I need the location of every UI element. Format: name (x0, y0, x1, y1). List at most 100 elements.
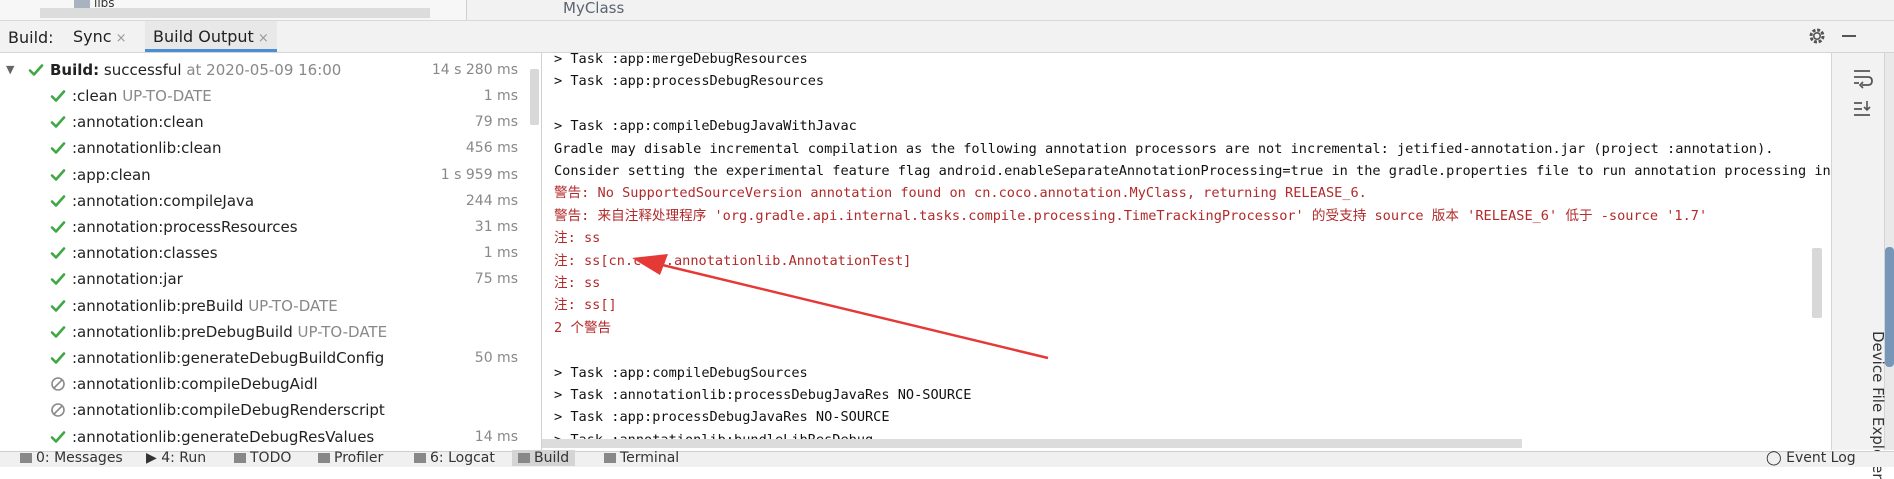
tree-item[interactable]: :annotationlib:preDebugBuild UP-TO-DATE (0, 319, 540, 345)
build-label: Build: (8, 28, 54, 47)
console-line: > Task :app:compileDebugJavaWithJavac (554, 118, 857, 135)
tree-item-time: 75 ms (474, 271, 518, 288)
tool-messages[interactable]: 0: Messages (20, 450, 123, 466)
close-icon[interactable]: × (258, 31, 269, 46)
tool-build[interactable]: Build (512, 450, 576, 466)
tab-build-output[interactable]: Build Output × (145, 21, 277, 52)
console-line: Gradle may disable incremental compilati… (554, 140, 1774, 157)
tree-item-time: 456 ms (465, 140, 518, 157)
profiler-icon (318, 453, 330, 463)
check-icon (50, 142, 66, 155)
check-icon (50, 247, 66, 259)
tree-item-name: :annotationlib:generateDebugBuildConfig (72, 349, 385, 367)
folder-label[interactable]: libs (94, 0, 115, 10)
event-log-icon: ◯ (1766, 450, 1787, 466)
console-hscroll[interactable] (542, 439, 1522, 448)
check-icon (50, 430, 66, 443)
root-suffix: at 2020-05-09 16:00 (186, 61, 342, 79)
console-line: > Task :app:mergeDebugResources (554, 53, 808, 67)
console-warning-line: 注: ss (554, 275, 601, 291)
tool-profiler[interactable]: Profiler (318, 450, 383, 466)
root-label: Build: (50, 61, 100, 79)
close-icon[interactable]: × (116, 31, 127, 46)
console-warning-line: 注: ss[cn.coco.annotationlib.AnnotationTe… (554, 252, 912, 269)
tree-item[interactable]: :annotationlib:compileDebugAidl (0, 371, 540, 397)
console-warning-line: 注: ss (554, 230, 601, 247)
console-line: > Task :app:processDebugJavaRes NO-SOURC… (554, 409, 890, 426)
tree-item-time: 50 ms (474, 350, 518, 366)
tree-item-name: :annotationlib:preDebugBuild (72, 322, 293, 341)
check-icon (50, 90, 66, 102)
tool-run-label: 4: Run (161, 450, 207, 466)
chevron-down-icon[interactable]: ▼ (6, 57, 14, 83)
console-warning-line: 警告: 来自注释处理程序 'org.gradle.api.internal.ta… (554, 207, 1708, 224)
tree-item[interactable]: :annotation:compileJava 244 ms (0, 188, 540, 214)
scroll-to-end-icon[interactable] (1832, 97, 1892, 121)
console-warning-line: 注: ss[] (554, 297, 617, 314)
tree-item[interactable]: :annotation:clean 79 ms (0, 109, 540, 135)
tree-item[interactable]: :annotationlib:clean 456 ms (0, 135, 540, 161)
tree-item[interactable]: :annotation:classes 1 ms (0, 240, 540, 266)
tree-item-time: 14 ms (474, 428, 518, 445)
check-icon (50, 221, 66, 233)
root-time: 14 s 280 ms (431, 62, 518, 78)
tree-item[interactable]: :annotationlib:generateDebugBuildConfig … (0, 345, 540, 371)
console-vscroll[interactable] (1812, 248, 1822, 318)
tree-item-status: UP-TO-DATE (122, 87, 212, 105)
tree-item-status: UP-TO-DATE (248, 296, 338, 315)
tree-item-name: :annotationlib:compileDebugRenderscript (72, 401, 385, 420)
build-tree-panel: ▼ Build: successful at 2020-05-09 16:00 … (0, 53, 542, 450)
check-icon (28, 64, 44, 76)
check-icon (50, 273, 66, 286)
play-icon: ▶ (146, 450, 162, 466)
tree-item[interactable]: :annotationlib:compileDebugRenderscript (0, 397, 540, 423)
tree-item-name: :annotation:classes (72, 244, 218, 263)
tree-item-name: :annotation:processResources (72, 218, 298, 236)
tree-item-name: :annotationlib:clean (72, 139, 222, 158)
tree-item[interactable]: :clean UP-TO-DATE 1 ms (0, 83, 540, 109)
right-tool-strip: Device File Explorer (1831, 53, 1894, 479)
tab-sync[interactable]: Sync × (73, 21, 126, 52)
console-line: Consider setting the experimental featur… (554, 163, 1830, 179)
tool-terminal[interactable]: Terminal (604, 450, 679, 466)
skipped-icon (51, 403, 65, 418)
tree-item[interactable]: :app:clean 1 s 959 ms (0, 162, 540, 188)
build-console[interactable]: > Task :app:mergeDebugResources > Task :a… (542, 53, 1830, 450)
tool-profiler-label: Profiler (334, 450, 384, 466)
tool-window-bar: 0: Messages ▶ 4: Run TODO Profiler 6: Lo… (0, 450, 1894, 467)
minimize-icon[interactable] (1842, 35, 1856, 37)
tree-item[interactable]: :annotation:jar 75 ms (0, 266, 540, 292)
check-icon (50, 168, 66, 181)
check-icon (50, 325, 66, 338)
check-icon (50, 194, 66, 207)
tab-build-output-label: Build Output (153, 27, 254, 46)
tree-item[interactable]: :annotationlib:generateDebugResValues 14… (0, 424, 540, 450)
messages-icon (20, 453, 32, 463)
tree-item-time: 79 ms (474, 114, 518, 131)
tree-item[interactable]: :annotation:processResources 31 ms (0, 214, 540, 240)
tool-logcat[interactable]: 6: Logcat (414, 450, 495, 466)
tool-todo[interactable]: TODO (234, 450, 291, 466)
tree-vscroll[interactable] (530, 69, 539, 125)
tree-item-status: UP-TO-DATE (297, 322, 388, 341)
skipped-icon (51, 377, 65, 391)
tree-root[interactable]: ▼ Build: successful at 2020-05-09 16:00 … (0, 57, 540, 83)
tool-event-log[interactable]: ◯ Event Log (1766, 450, 1856, 466)
todo-icon (234, 453, 246, 463)
folder-icon (74, 0, 90, 8)
tree-item-time: 1 ms (483, 245, 518, 262)
tree-item[interactable]: :annotationlib:preBuild UP-TO-DATE (0, 293, 540, 319)
build-toolbar: Build: Sync × Build Output × (0, 21, 1894, 53)
tab-sync-label: Sync (73, 27, 112, 46)
tree-item-name: :app:clean (72, 165, 151, 184)
gear-icon[interactable] (1808, 27, 1826, 45)
top-strip: libs MyClass (0, 0, 1894, 21)
tree-item-name: :annotation:jar (72, 270, 183, 289)
tool-run[interactable]: ▶ 4: Run (146, 450, 206, 466)
tree-item-time: 1 s 959 ms (440, 166, 518, 183)
soft-wrap-icon[interactable] (1832, 65, 1892, 89)
tool-todo-label: TODO (250, 450, 292, 466)
console-warning-line: 2 个警告 (554, 319, 612, 336)
editor-class-name: MyClass (563, 0, 625, 17)
tool-messages-label: 0: Messages (36, 450, 123, 466)
